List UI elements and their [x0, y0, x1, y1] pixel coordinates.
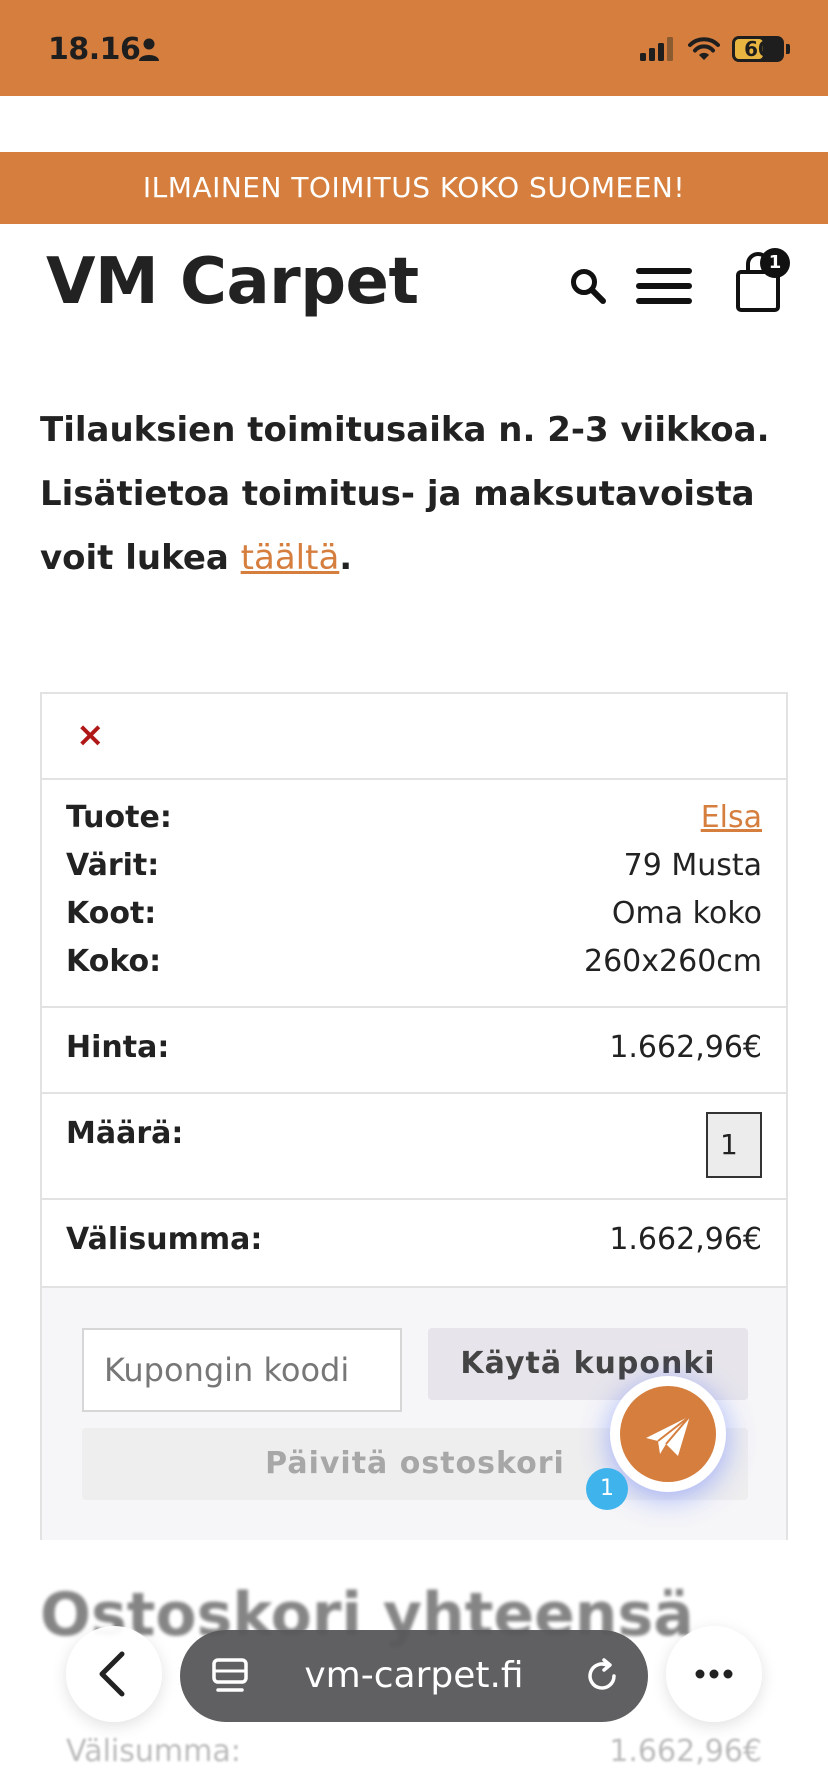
- status-time: 18.16: [48, 32, 141, 67]
- signal-icon: [640, 37, 673, 61]
- chat-unread-badge: 1: [586, 1468, 628, 1510]
- more-options-button[interactable]: [666, 1626, 762, 1722]
- shipping-info-link[interactable]: täältä: [241, 538, 340, 578]
- price-row: Hinta: 1.662,96€: [42, 1006, 786, 1092]
- wifi-icon: [688, 37, 720, 60]
- free-shipping-banner: ILMAINEN TOIMITUS KOKO SUOMEEN!: [0, 152, 828, 224]
- product-row: Tuote: Elsa: [66, 800, 762, 835]
- colors-value: 79 Musta: [623, 848, 762, 883]
- product-details-row: Tuote: Elsa Värit: 79 Musta Koot: Oma ko…: [42, 778, 786, 1006]
- quantity-pair: Määrä:: [66, 1116, 762, 1151]
- browser-back-button[interactable]: [66, 1626, 162, 1722]
- reload-icon[interactable]: [582, 1656, 622, 1696]
- more-dots-icon: [695, 1669, 733, 1679]
- status-indicators: 60: [640, 32, 790, 66]
- person-icon: [139, 38, 159, 61]
- colors-row: Värit: 79 Musta: [66, 848, 762, 883]
- subtotal-row: Välisumma: 1.662,96€: [42, 1198, 786, 1286]
- subtotal-label: Välisumma:: [66, 1222, 263, 1257]
- cart-count-badge: 1: [760, 248, 790, 278]
- price-value: 1.662,96€: [609, 1030, 762, 1065]
- chevron-left-icon: [99, 1651, 125, 1697]
- sizes-value: Oma koko: [611, 896, 762, 931]
- site-logo[interactable]: VM Carpet: [46, 245, 419, 319]
- battery-icon: 60: [732, 36, 784, 62]
- quantity-label: Määrä:: [66, 1116, 184, 1151]
- chat-button[interactable]: [610, 1376, 726, 1492]
- remove-item-button[interactable]: ×: [76, 718, 105, 752]
- size-row: Koko: 260x260cm: [66, 944, 762, 979]
- notice-line-2: Lisätietoa toimitus- ja maksutavoista vo…: [40, 462, 788, 590]
- url-text: vm-carpet.fi: [304, 1655, 524, 1696]
- notice-period: .: [339, 538, 353, 578]
- notice-line-1: Tilauksien toimitusaika n. 2-3 viikkoa.: [40, 410, 770, 450]
- chat-button-inner: [620, 1386, 716, 1482]
- totals-subtotal-label: Välisumma:: [66, 1734, 241, 1769]
- totals-subtotal-value: 1.662,96€: [609, 1734, 762, 1769]
- quantity-input[interactable]: 1: [706, 1112, 762, 1178]
- sizes-row: Koot: Oma koko: [66, 896, 762, 931]
- menu-icon[interactable]: [636, 266, 692, 306]
- subtotal-pair: Välisumma: 1.662,96€: [66, 1222, 762, 1257]
- delivery-notice: Tilauksien toimitusaika n. 2-3 viikkoa. …: [40, 398, 788, 590]
- product-link[interactable]: Elsa: [701, 800, 762, 835]
- subtotal-value: 1.662,96€: [609, 1222, 762, 1257]
- colors-label: Värit:: [66, 848, 160, 883]
- search-icon[interactable]: [570, 268, 606, 304]
- battery-percent: 60: [744, 37, 772, 61]
- paper-plane-icon: [646, 1415, 691, 1456]
- battery-cap: [786, 44, 790, 54]
- coupon-code-input[interactable]: Kupongin koodi: [82, 1328, 402, 1412]
- size-label: Koko:: [66, 944, 162, 979]
- address-bar[interactable]: vm-carpet.fi: [180, 1630, 648, 1722]
- notice-text: Lisätietoa toimitus- ja maksutavoista vo…: [40, 474, 755, 578]
- quantity-row: Määrä: 1: [42, 1092, 786, 1198]
- price-pair: Hinta: 1.662,96€: [66, 1030, 762, 1065]
- sizes-label: Koot:: [66, 896, 157, 931]
- size-value: 260x260cm: [584, 944, 762, 979]
- price-label: Hinta:: [66, 1030, 170, 1065]
- status-bar: 18.16 60: [0, 0, 828, 96]
- product-label: Tuote:: [66, 800, 172, 835]
